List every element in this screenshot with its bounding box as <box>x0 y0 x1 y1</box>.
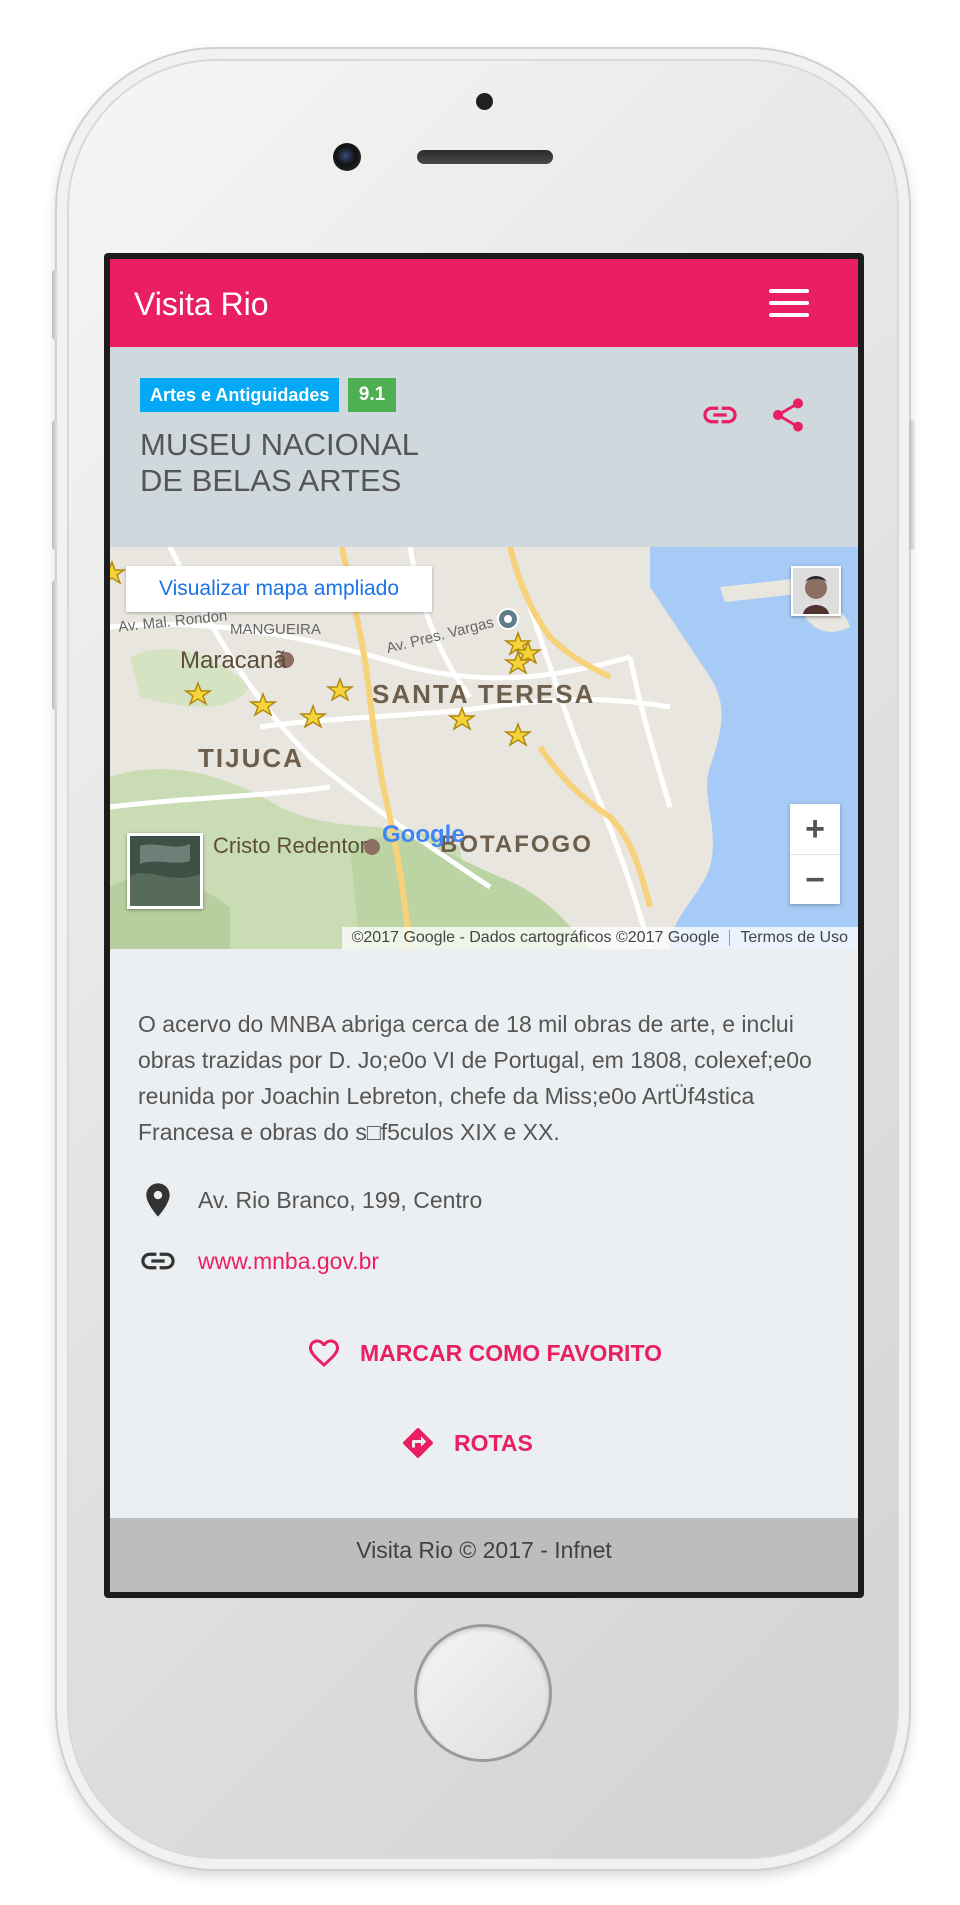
routes-button-label: ROTAS <box>454 1430 533 1456</box>
link-icon[interactable] <box>700 395 740 435</box>
map-terms-link[interactable]: Termos de Uso <box>740 929 848 946</box>
volume-up-button <box>52 420 58 550</box>
app-bar: Visita Rio <box>110 259 858 347</box>
mute-switch <box>52 270 58 340</box>
map-label-poi: Cristo Redentor <box>213 833 368 858</box>
power-button <box>909 420 915 550</box>
page-footer: Visita Rio © 2017 - Infnet <box>110 1518 858 1592</box>
pegman-avatar[interactable] <box>791 566 841 616</box>
map-label-poi: Maracanã <box>180 647 287 674</box>
place-title-line: DE BELAS ARTES <box>140 463 402 498</box>
zoom-control: + − <box>790 804 840 904</box>
map-label-neighborhood: SANTA TERESA <box>372 679 596 709</box>
map-label-neighborhood: TIJUCA <box>198 743 304 773</box>
app-title: Visita Rio <box>134 286 269 322</box>
map-label-neighborhood: MANGUEIRA <box>230 621 321 638</box>
website-link[interactable]: www.mnba.gov.br <box>198 1247 379 1275</box>
zoom-out-button[interactable]: − <box>790 854 840 905</box>
zoom-in-button[interactable]: + <box>790 804 840 854</box>
place-title-line: MUSEU NACIONAL <box>140 427 420 462</box>
place-header: Artes e Antiguidades 9.1 MUSEU NACIONAL … <box>110 347 858 547</box>
google-logo: Google <box>382 821 465 848</box>
directions-icon <box>403 1427 434 1458</box>
hamburger-menu-icon[interactable] <box>767 283 811 323</box>
map-copyright: ©2017 Google - Dados cartográficos ©2017… <box>351 929 720 946</box>
satellite-toggle[interactable] <box>127 833 203 909</box>
proximity-sensor <box>476 93 493 110</box>
score-badge: 9.1 <box>348 378 396 412</box>
link-icon <box>141 1252 175 1270</box>
map-attribution: ©2017 Google - Dados cartográficos ©2017… <box>341 927 858 949</box>
place-description: O acervo do MNBA abriga cerca de 18 mil … <box>138 1011 812 1145</box>
phone-screen: Visita Rio Artes e Antiguidades 9.1 MUSE… <box>104 253 864 1598</box>
category-badge: Artes e Antiguidades <box>140 378 340 412</box>
map-view[interactable]: Av. Mal. Rondon MANGUEIRA Maracanã Av. P… <box>110 547 858 949</box>
share-icon[interactable] <box>768 395 808 435</box>
app-viewport: Visita Rio Artes e Antiguidades 9.1 MUSE… <box>110 259 858 1592</box>
volume-down-button <box>52 580 58 710</box>
front-camera <box>333 143 361 171</box>
address-text: Av. Rio Branco, 199, Centro <box>198 1187 483 1213</box>
home-button <box>417 1627 549 1759</box>
earpiece-speaker <box>417 150 553 164</box>
heart-outline-icon <box>309 1339 339 1368</box>
expand-map-button[interactable]: Visualizar mapa ampliado <box>126 566 432 612</box>
place-title: MUSEU NACIONAL DE BELAS ARTES <box>140 427 560 499</box>
favorite-button-label: MARCAR COMO FAVORITO <box>360 1340 662 1366</box>
location-pin-icon <box>146 1183 170 1217</box>
